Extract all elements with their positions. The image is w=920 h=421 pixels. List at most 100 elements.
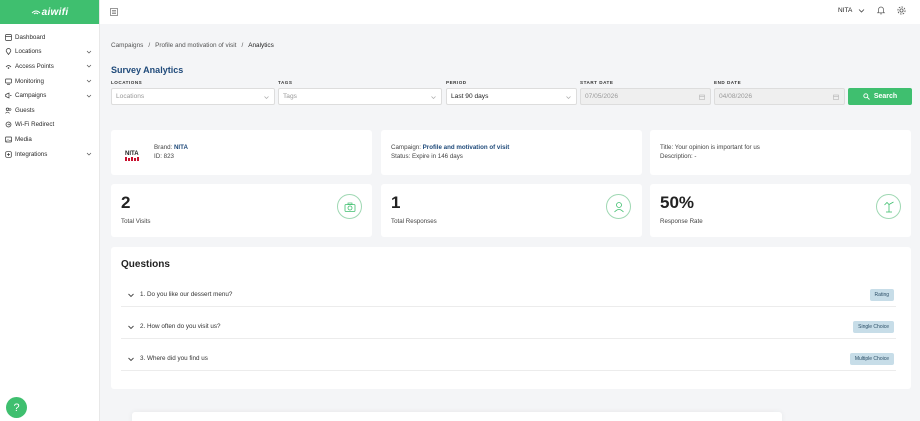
start-date-field[interactable]: 07/05/2026 (580, 88, 711, 105)
help-icon: ? (13, 401, 20, 414)
stat-card-visits (111, 184, 372, 237)
sidebar-item-campaigns[interactable]: Campaigns (0, 88, 99, 103)
menu-icon[interactable] (110, 8, 118, 16)
stat-label: Response Rate (660, 218, 703, 225)
brand-info: Brand: NITA ID: 823 (154, 143, 188, 161)
campaign-info: Campaign: Profile and motivation of visi… (391, 143, 509, 161)
breadcrumb-current: Analytics (248, 42, 274, 49)
stat-label: Total Responses (391, 218, 437, 225)
question-type-badge: Multiple Choice (849, 352, 894, 365)
stat-label: Total Visits (121, 218, 151, 225)
brand-logo: NITA (125, 151, 139, 161)
period-label: PERIOD (446, 80, 467, 85)
search-button-label: Search (873, 93, 898, 100)
chevron-down-icon[interactable] (86, 78, 92, 84)
tags-select[interactable]: Tags (278, 88, 442, 105)
locations-placeholder: Locations (116, 93, 145, 100)
stat-card-responses (381, 184, 642, 237)
breadcrumb-link-campaigns[interactable]: Campaigns (111, 42, 143, 49)
sidebar-item-monitoring[interactable]: Monitoring (0, 74, 99, 89)
topbar: NITA (100, 0, 920, 24)
period-select[interactable]: Last 90 days (446, 88, 577, 105)
sidebar-item-media[interactable]: Media (0, 132, 99, 147)
page-title: Survey Analytics (111, 65, 184, 75)
wifi-logo-icon (31, 10, 40, 15)
breadcrumb-separator: / (241, 42, 244, 49)
start-date-label: START DATE (580, 80, 614, 85)
chevron-down-icon[interactable] (127, 355, 135, 363)
search-icon (863, 93, 870, 100)
guests-icon (4, 106, 12, 114)
user-name[interactable]: NITA (838, 7, 852, 14)
chevron-down-icon[interactable] (127, 291, 135, 299)
location-pin-icon (4, 48, 12, 56)
survey-title: Title: Your opinion is important for us (660, 144, 760, 151)
sidebar-item-label: Dashboard (15, 33, 46, 41)
period-value: Last 90 days (451, 93, 489, 100)
sidebar-item-integrations[interactable]: Integrations (0, 147, 99, 162)
chevron-down-icon[interactable] (86, 63, 92, 69)
megaphone-icon (4, 92, 12, 100)
sidebar-item-guests[interactable]: Guests (0, 103, 99, 118)
media-icon (4, 135, 12, 143)
breadcrumb-link-campaign[interactable]: Profile and motivation of visit (155, 42, 236, 49)
monitor-icon (4, 77, 12, 85)
sidebar-item-label: Monitoring (15, 77, 44, 85)
redirect-icon (4, 121, 12, 129)
locations-select[interactable]: Locations (111, 88, 275, 105)
question-text: 2. How often do you visit us? (140, 323, 221, 330)
question-row[interactable]: 3. Where did you find us Multiple Choice (121, 347, 896, 371)
chart-up-icon (876, 194, 901, 219)
search-button[interactable]: Search (848, 88, 912, 105)
stat-value: 1 (391, 193, 401, 212)
chevron-down-icon (566, 96, 571, 99)
sidebar-item-label: Locations (15, 48, 42, 56)
sidebar-item-dashboard[interactable]: Dashboard (0, 30, 99, 45)
chevron-down-icon[interactable] (86, 151, 92, 157)
logo[interactable]: aiwifi (0, 0, 99, 24)
question-text: 1. Do you like our dessert menu? (140, 291, 233, 298)
survey-description: Description: - (660, 153, 697, 160)
sidebar-item-label: Media (15, 135, 32, 143)
brand-id: ID: 823 (154, 153, 174, 160)
title-info: Title: Your opinion is important for us … (660, 143, 760, 161)
help-button[interactable]: ? (6, 397, 27, 418)
chevron-down-icon (264, 96, 269, 99)
brand-prefix: Brand: (154, 144, 173, 151)
sidebar-item-label: Wi-Fi Redirect (15, 121, 55, 129)
locations-label: LOCATIONS (111, 80, 143, 85)
chevron-down-icon[interactable] (858, 7, 865, 14)
stat-value: 50% (660, 193, 695, 212)
tags-label: TAGS (278, 80, 293, 85)
breadcrumb-separator: / (148, 42, 151, 49)
campaign-name[interactable]: Profile and motivation of visit (423, 144, 510, 151)
camera-icon (337, 194, 362, 219)
question-row[interactable]: 1. Do you like our dessert menu? Rating (121, 283, 896, 307)
end-date-label: END DATE (714, 80, 742, 85)
question-text: 3. Where did you find us (140, 355, 208, 362)
sidebar: aiwifi Dashboard Locations Access Points… (0, 0, 100, 421)
breadcrumb: Campaigns / Profile and motivation of vi… (111, 42, 274, 49)
svg-text:NITA: NITA (125, 151, 139, 157)
question-type-badge: Rating (869, 288, 894, 301)
chevron-down-icon[interactable] (127, 323, 135, 331)
user-icon (606, 194, 631, 219)
start-date-value: 07/05/2026 (585, 93, 619, 100)
sidebar-item-locations[interactable]: Locations (0, 45, 99, 60)
end-date-value: 04/08/2026 (719, 93, 753, 100)
question-type-badge: Single Choice (853, 320, 894, 333)
question-row[interactable]: 2. How often do you visit us? Single Cho… (121, 315, 896, 339)
brand-card (111, 130, 372, 175)
sidebar-item-label: Access Points (15, 62, 54, 70)
sidebar-item-label: Integrations (15, 150, 48, 158)
campaign-status: Status: Expire in 146 days (391, 153, 463, 160)
bell-icon[interactable] (876, 5, 886, 15)
chevron-down-icon[interactable] (86, 49, 92, 55)
calendar-icon (699, 94, 705, 100)
chevron-down-icon[interactable] (86, 93, 92, 99)
sidebar-item-wifi-redirect[interactable]: Wi-Fi Redirect (0, 118, 99, 133)
gear-icon[interactable] (896, 5, 907, 16)
sidebar-item-access-points[interactable]: Access Points (0, 59, 99, 74)
sidebar-item-label: Campaigns (15, 92, 47, 100)
end-date-field[interactable]: 04/08/2026 (714, 88, 845, 105)
